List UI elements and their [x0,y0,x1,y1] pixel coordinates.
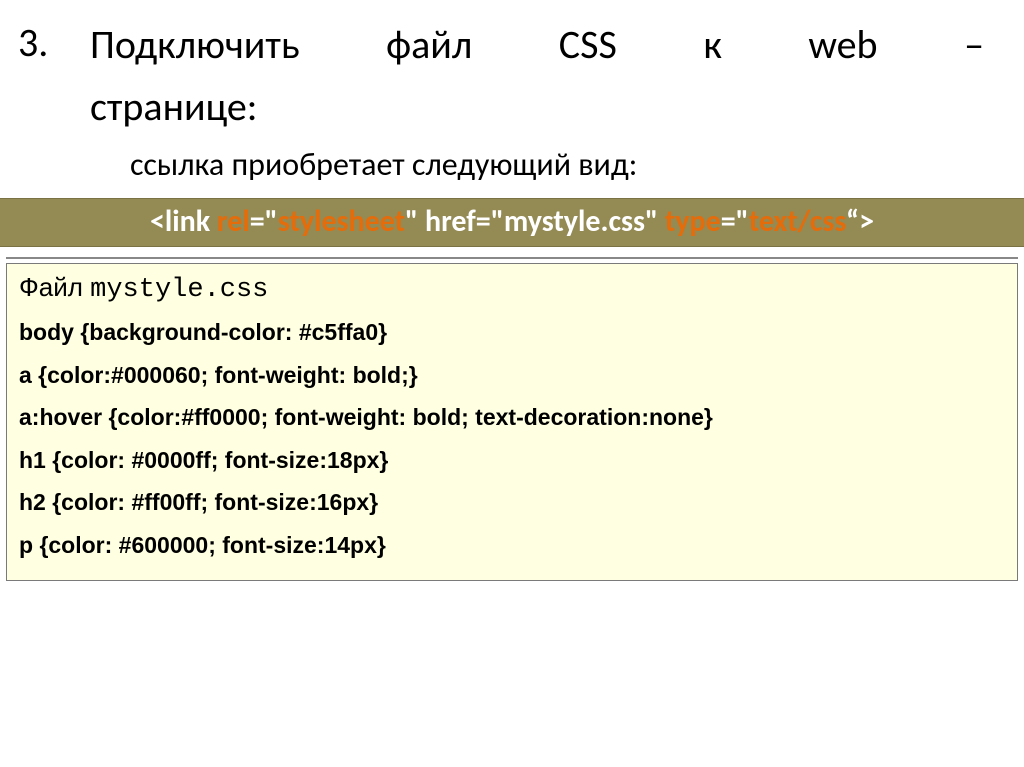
link-type-key: type [665,203,721,240]
code-box-wrap: Файл mystyle.css body {background-color:… [6,257,1018,581]
link-type-value: text/css [749,203,846,240]
css-line: p {color: #600000; font-size:14px} [19,524,1005,567]
file-name: mystyle.css [90,275,268,305]
file-header: Файл mystyle.css [19,272,1005,305]
subtext: ссылка приобретает следующий вид: [130,145,984,184]
slide-content: 3. Подключить файл CSS к web – странице:… [0,0,1024,581]
link-part-eq2: =" [721,203,749,240]
css-line: a:hover {color:#ff0000; font-weight: bol… [19,396,1005,439]
heading-line-2: странице: [90,82,984,131]
file-label: Файл [19,272,90,302]
css-line: h1 {color: #0000ff; font-size:18px} [19,439,1005,482]
link-tag-bar: <link rel="stylesheet" href="mystyle.css… [0,198,1024,247]
link-rel-value: stylesheet [278,203,405,240]
link-rel-key: rel [217,203,250,240]
link-part-eq1: =" [250,203,278,240]
css-line: a {color:#000060; font-weight: bold;} [19,354,1005,397]
link-part-open: <link [150,203,217,240]
code-box: Файл mystyle.css body {background-color:… [6,263,1018,581]
list-number: 3. [18,18,48,67]
link-part-close: “> [846,203,874,240]
css-line: h2 {color: #ff00ff; font-size:16px} [19,481,1005,524]
css-line: body {background-color: #c5ffa0} [19,311,1005,354]
heading-line-1: Подключить файл CSS к web – [90,18,984,72]
link-part-href: " href="mystyle.css" [405,203,665,240]
